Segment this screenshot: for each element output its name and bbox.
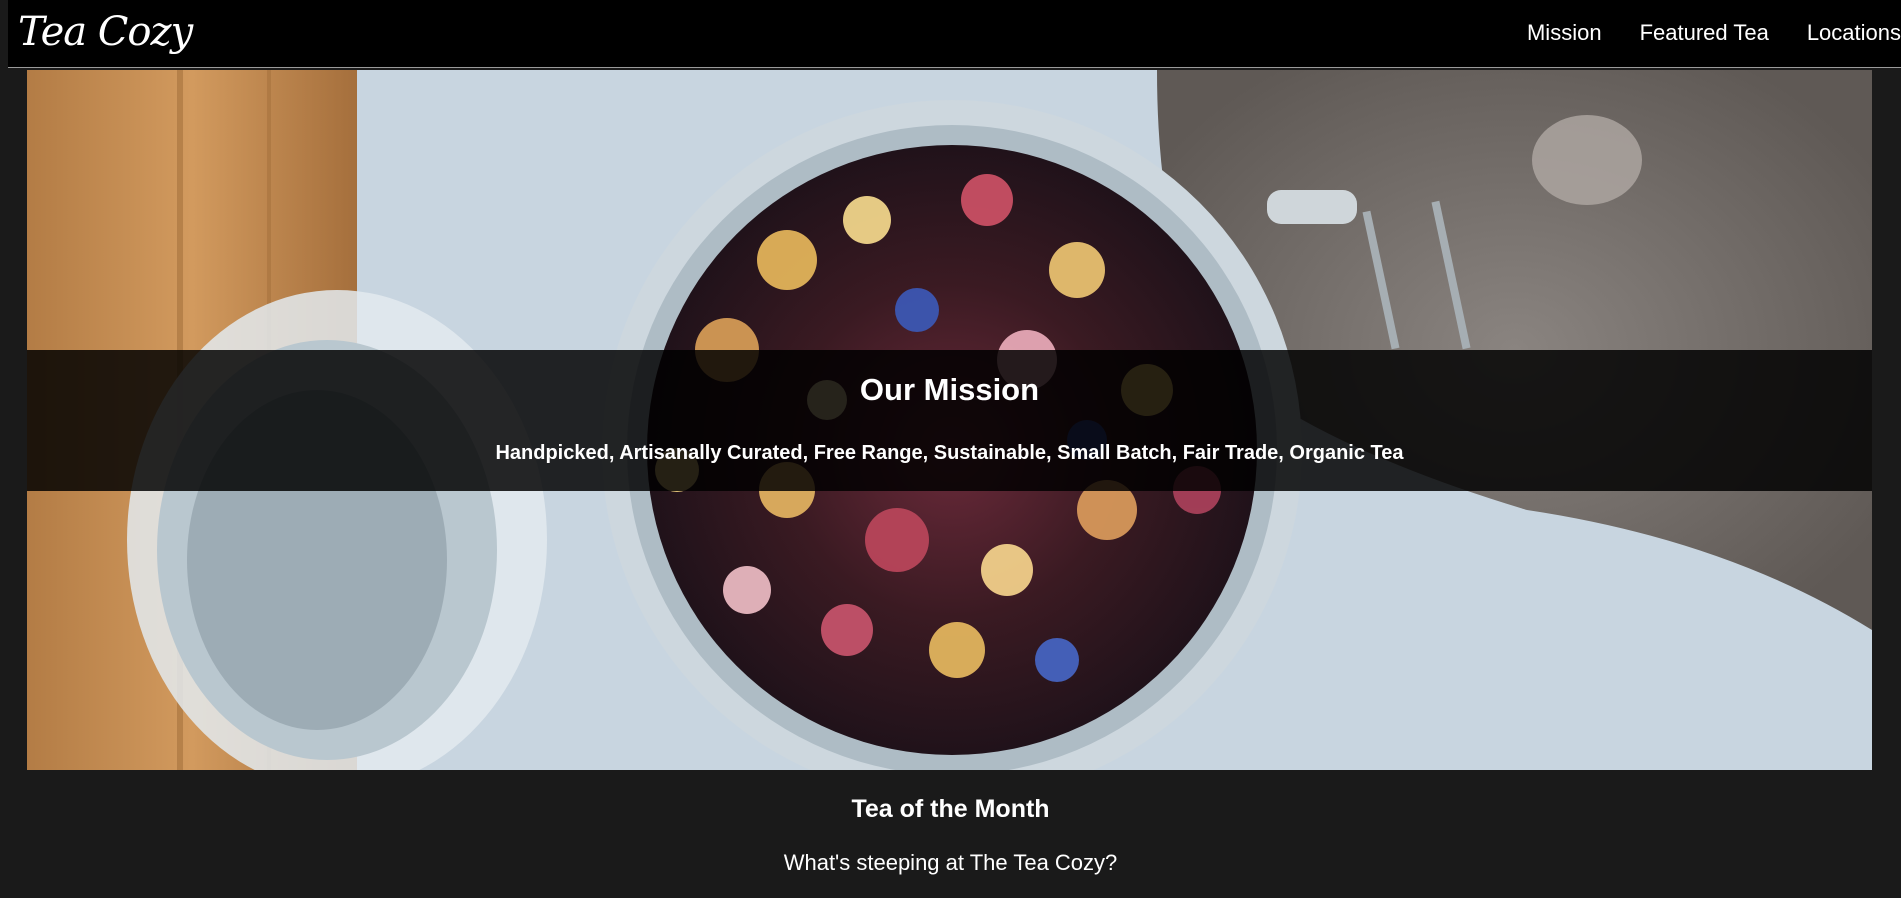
mission-title: Our Mission: [859, 372, 1040, 407]
nav-link-mission[interactable]: Mission: [1527, 20, 1602, 46]
mission-text: Handpicked, Artisanally Curated, Free Ra…: [495, 442, 1404, 464]
tea-of-month-title: Tea of the Month: [851, 795, 1050, 823]
tea-of-month-subtitle: What's steeping at The Tea Cozy?: [783, 850, 1118, 875]
main-nav: Mission Featured Tea Locations: [1489, 0, 1901, 66]
logo[interactable]: Tea Cozy: [18, 6, 193, 58]
hero-image: Our Mission Handpicked, Artisanally Cura…: [27, 70, 1872, 770]
site-header: Tea Cozy Mission Featured Tea Locations: [8, 0, 1901, 68]
nav-link-locations[interactable]: Locations: [1807, 20, 1901, 46]
nav-link-featured-tea[interactable]: Featured Tea: [1640, 20, 1769, 46]
mission-banner: Our Mission Handpicked, Artisanally Cura…: [27, 350, 1872, 491]
